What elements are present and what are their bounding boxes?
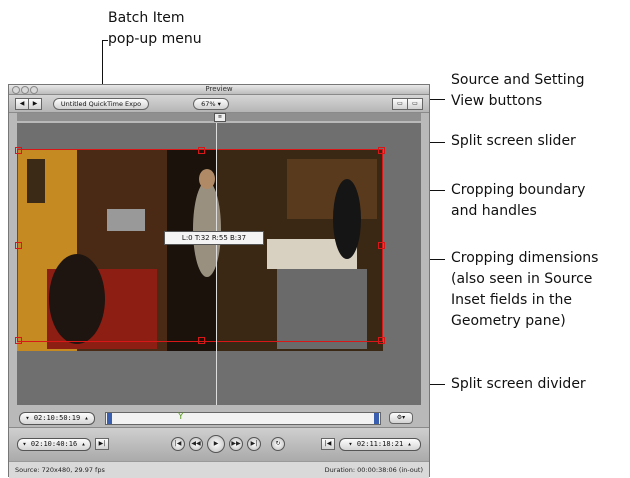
skip-end-icon: ▶| xyxy=(250,440,258,447)
go-to-in-button[interactable]: ▶| xyxy=(95,438,109,450)
next-item-button[interactable]: ▶ xyxy=(28,98,42,110)
right-arrow-icon: ▶ xyxy=(32,100,38,107)
callout-crop-dims: Cropping dimensions (also seen in Source… xyxy=(451,250,599,329)
play-icon: ▶ xyxy=(213,440,219,447)
loop-icon: ↻ xyxy=(275,440,281,447)
preview-window: Preview ◀ ▶ Untitled QuickTime Expo 67% … xyxy=(8,84,430,478)
current-timecode-field[interactable]: ▾ 02:10:50:19 ▴ xyxy=(19,412,95,425)
crop-handle-top[interactable] xyxy=(198,147,205,154)
in-point-timecode-field[interactable]: ▾ 02:10:40:16 ▴ xyxy=(17,438,91,451)
go-to-in-icon: ▶| xyxy=(98,440,106,447)
crop-handle-left[interactable] xyxy=(15,242,22,249)
chevron-up-icon: ▴ xyxy=(407,440,412,448)
toolbar: ◀ ▶ Untitled QuickTime Expo 67% ▾ ▭ ▭ xyxy=(9,95,429,113)
loop-button[interactable]: ↻ xyxy=(271,437,285,451)
gear-icon: ⚙▾ xyxy=(396,414,406,421)
rewind-icon: ◀◀ xyxy=(191,440,201,447)
timeline-bar: ▾ 02:10:50:19 ▴ Y ⚙▾ xyxy=(17,409,421,427)
split-screen-divider[interactable] xyxy=(216,123,217,405)
crop-handle-right[interactable] xyxy=(378,242,385,249)
play-button[interactable]: ▶ xyxy=(207,435,225,453)
left-arrow-icon: ◀ xyxy=(19,100,25,107)
grip-icon: ≡ xyxy=(217,114,223,120)
fast-forward-button[interactable]: ▶▶ xyxy=(229,437,243,451)
callout-source-setting: Source and Setting View buttons xyxy=(451,72,585,109)
in-point-marker[interactable] xyxy=(107,413,112,424)
action-menu-button[interactable]: ⚙▾ xyxy=(389,412,413,424)
crop-handle-top-right[interactable] xyxy=(378,147,385,154)
previous-item-button[interactable]: ◀ xyxy=(15,98,29,110)
callout-split-divider: Split screen divider xyxy=(451,376,586,392)
callout-batch-item: Batch Item pop-up menu xyxy=(108,10,202,47)
go-to-out-icon: |◀ xyxy=(324,440,332,447)
setting-view-icon: ▭ xyxy=(412,100,418,107)
zoom-popup[interactable]: 67% ▾ xyxy=(193,98,229,110)
chevron-up-icon: ▴ xyxy=(81,440,86,448)
transport-controls: ▾ 02:10:40:16 ▴ ▶| |◀ ◀◀ ▶ ▶▶ ▶| ↻ |◀ ▾ … xyxy=(9,427,429,462)
crop-handle-bottom-right[interactable] xyxy=(378,337,385,344)
callout-crop-boundary: Cropping boundary and handles xyxy=(451,182,586,219)
out-point-marker[interactable] xyxy=(374,413,379,424)
chevron-down-icon: ▾ xyxy=(22,440,27,448)
go-to-end-button[interactable]: ▶| xyxy=(247,437,261,451)
title-bar: Preview xyxy=(9,85,429,95)
chevron-down-icon: ▾ xyxy=(348,440,353,448)
crop-handle-top-left[interactable] xyxy=(15,147,22,154)
callout-tick xyxy=(102,40,108,41)
source-view-button[interactable]: ▭ xyxy=(392,98,408,110)
setting-view-button[interactable]: ▭ xyxy=(407,98,423,110)
crop-handle-bottom-left[interactable] xyxy=(15,337,22,344)
crop-handle-bottom[interactable] xyxy=(198,337,205,344)
playhead-icon[interactable]: Y xyxy=(178,412,184,422)
chevron-up-icon: ▴ xyxy=(84,414,89,422)
cropping-dimensions: L:0 T:32 R:55 B:37 xyxy=(164,231,264,245)
out-point-timecode-field[interactable]: ▾ 02:11:18:21 ▴ xyxy=(339,438,421,451)
go-to-out-button[interactable]: |◀ xyxy=(321,438,335,450)
chevron-down-icon: ▾ xyxy=(217,100,221,108)
callout-split-slider: Split screen slider xyxy=(451,133,576,149)
chevron-down-icon: ▾ xyxy=(25,414,30,422)
cropping-boundary[interactable] xyxy=(15,147,385,344)
split-screen-slider[interactable]: ≡ xyxy=(214,113,226,122)
scrubber-track[interactable]: Y xyxy=(105,412,381,425)
status-bar: Source: 720x480, 29.97 fps Duration: 00:… xyxy=(9,461,429,478)
fast-forward-icon: ▶▶ xyxy=(231,440,241,447)
skip-start-icon: |◀ xyxy=(174,440,182,447)
video-viewer: L:0 T:32 R:55 B:37 xyxy=(15,123,421,405)
batch-item-popup[interactable]: Untitled QuickTime Expo xyxy=(53,98,149,110)
rewind-button[interactable]: ◀◀ xyxy=(189,437,203,451)
go-to-start-button[interactable]: |◀ xyxy=(171,437,185,451)
window-title: Preview xyxy=(205,85,233,93)
source-view-icon: ▭ xyxy=(397,100,403,107)
split-screen-slider-track: ≡ xyxy=(17,113,421,122)
